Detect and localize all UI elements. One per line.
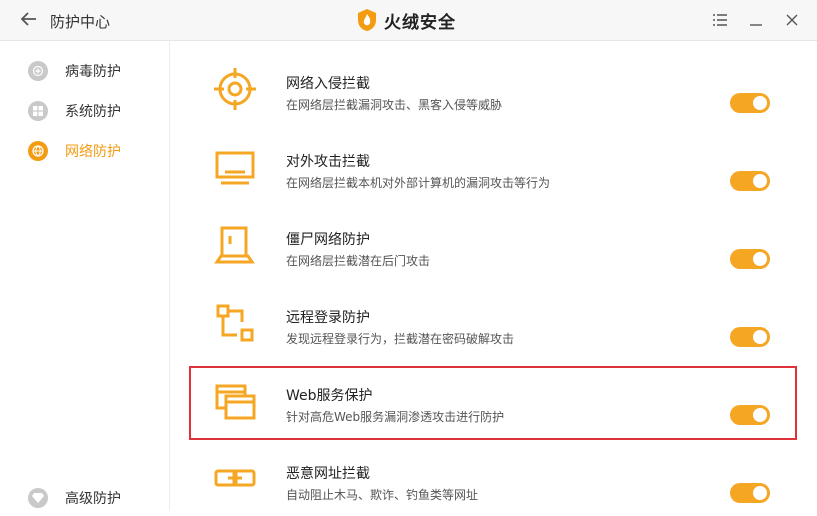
page-title: 防护中心: [50, 13, 111, 31]
sidebar-item-network-protection[interactable]: 网络防护: [28, 139, 121, 163]
close-icon[interactable]: [781, 9, 803, 31]
feature-toggle[interactable]: [730, 93, 770, 113]
feature-toggle[interactable]: [730, 249, 770, 269]
feature-name: 远程登录防护: [286, 310, 370, 326]
target-icon: [212, 66, 258, 112]
feature-row-remote-login: 远程登录防护 发现远程登录行为，拦截潜在密码破解攻击: [170, 282, 817, 360]
toggle-knob: [753, 252, 767, 266]
sidebar: 病毒防护 系统防护 网络防护 高级防护: [0, 41, 170, 511]
feature-toggle[interactable]: [730, 171, 770, 191]
brand: 火绒安全: [356, 7, 456, 33]
sidebar-item-advanced-protection[interactable]: 高级防护: [28, 486, 121, 510]
toggle-knob: [753, 174, 767, 188]
windows-icon: [28, 101, 48, 121]
feature-desc: 针对高危Web服务漏洞渗透攻击进行防护: [286, 410, 505, 424]
toggle-knob: [753, 486, 767, 500]
sidebar-item-system-protection[interactable]: 系统防护: [28, 99, 121, 123]
feature-desc: 在网络层拦截漏洞攻击、黑客入侵等威胁: [286, 98, 503, 112]
feature-name: 僵尸网络防护: [286, 232, 370, 248]
minimize-icon[interactable]: [745, 9, 767, 31]
globe-icon: [28, 141, 48, 161]
feature-toggle[interactable]: [730, 327, 770, 347]
plus-circle-icon: [28, 61, 48, 81]
sidebar-item-label: 网络防护: [65, 144, 121, 160]
feature-row-outbound-attack: 对外攻击拦截 在网络层拦截本机对外部计算机的漏洞攻击等行为: [170, 126, 817, 204]
back-arrow-icon[interactable]: [18, 8, 40, 30]
feature-name: Web服务保护: [286, 388, 373, 404]
laptop-icon: [212, 222, 258, 268]
feature-name: 网络入侵拦截: [286, 76, 370, 92]
feature-row-botnet: 僵尸网络防护 在网络层拦截潜在后门攻击: [170, 204, 817, 282]
feature-row-network-intrusion: 网络入侵拦截 在网络层拦截漏洞攻击、黑客入侵等威胁: [170, 48, 817, 126]
diamond-icon: [28, 488, 48, 508]
shield-flame-logo: [358, 9, 376, 31]
menu-icon[interactable]: [709, 9, 731, 31]
monitor-icon: [212, 144, 258, 190]
toggle-knob: [753, 408, 767, 422]
feature-name: 对外攻击拦截: [286, 154, 370, 170]
feature-row-malicious-url: 恶意网址拦截 自动阻止木马、欺诈、钓鱼类等网址: [170, 438, 817, 516]
sidebar-item-label: 高级防护: [65, 491, 121, 507]
windows-stack-icon: [212, 378, 258, 424]
link-icon: [212, 456, 258, 502]
feature-desc: 在网络层拦截本机对外部计算机的漏洞攻击等行为: [286, 176, 551, 190]
brand-name: 火绒安全: [384, 12, 456, 33]
toggle-knob: [753, 96, 767, 110]
sidebar-item-label: 系统防护: [65, 104, 121, 120]
feature-list: 网络入侵拦截 在网络层拦截漏洞攻击、黑客入侵等威胁 对外攻击拦截 在网络层拦截本…: [170, 41, 817, 511]
feature-toggle[interactable]: [730, 405, 770, 425]
feature-desc: 发现远程登录行为，拦截潜在密码破解攻击: [286, 332, 515, 346]
toggle-knob: [753, 330, 767, 344]
title-bar: 防护中心 火绒安全: [0, 0, 817, 41]
feature-desc: 自动阻止木马、欺诈、钓鱼类等网址: [286, 488, 479, 502]
sidebar-item-virus-protection[interactable]: 病毒防护: [28, 59, 121, 83]
feature-toggle[interactable]: [730, 483, 770, 503]
remote-nodes-icon: [212, 300, 258, 346]
feature-name: 恶意网址拦截: [286, 466, 370, 482]
feature-row-web-service: Web服务保护 针对高危Web服务漏洞渗透攻击进行防护: [170, 360, 817, 438]
sidebar-item-label: 病毒防护: [65, 64, 121, 80]
feature-desc: 在网络层拦截潜在后门攻击: [286, 254, 431, 268]
